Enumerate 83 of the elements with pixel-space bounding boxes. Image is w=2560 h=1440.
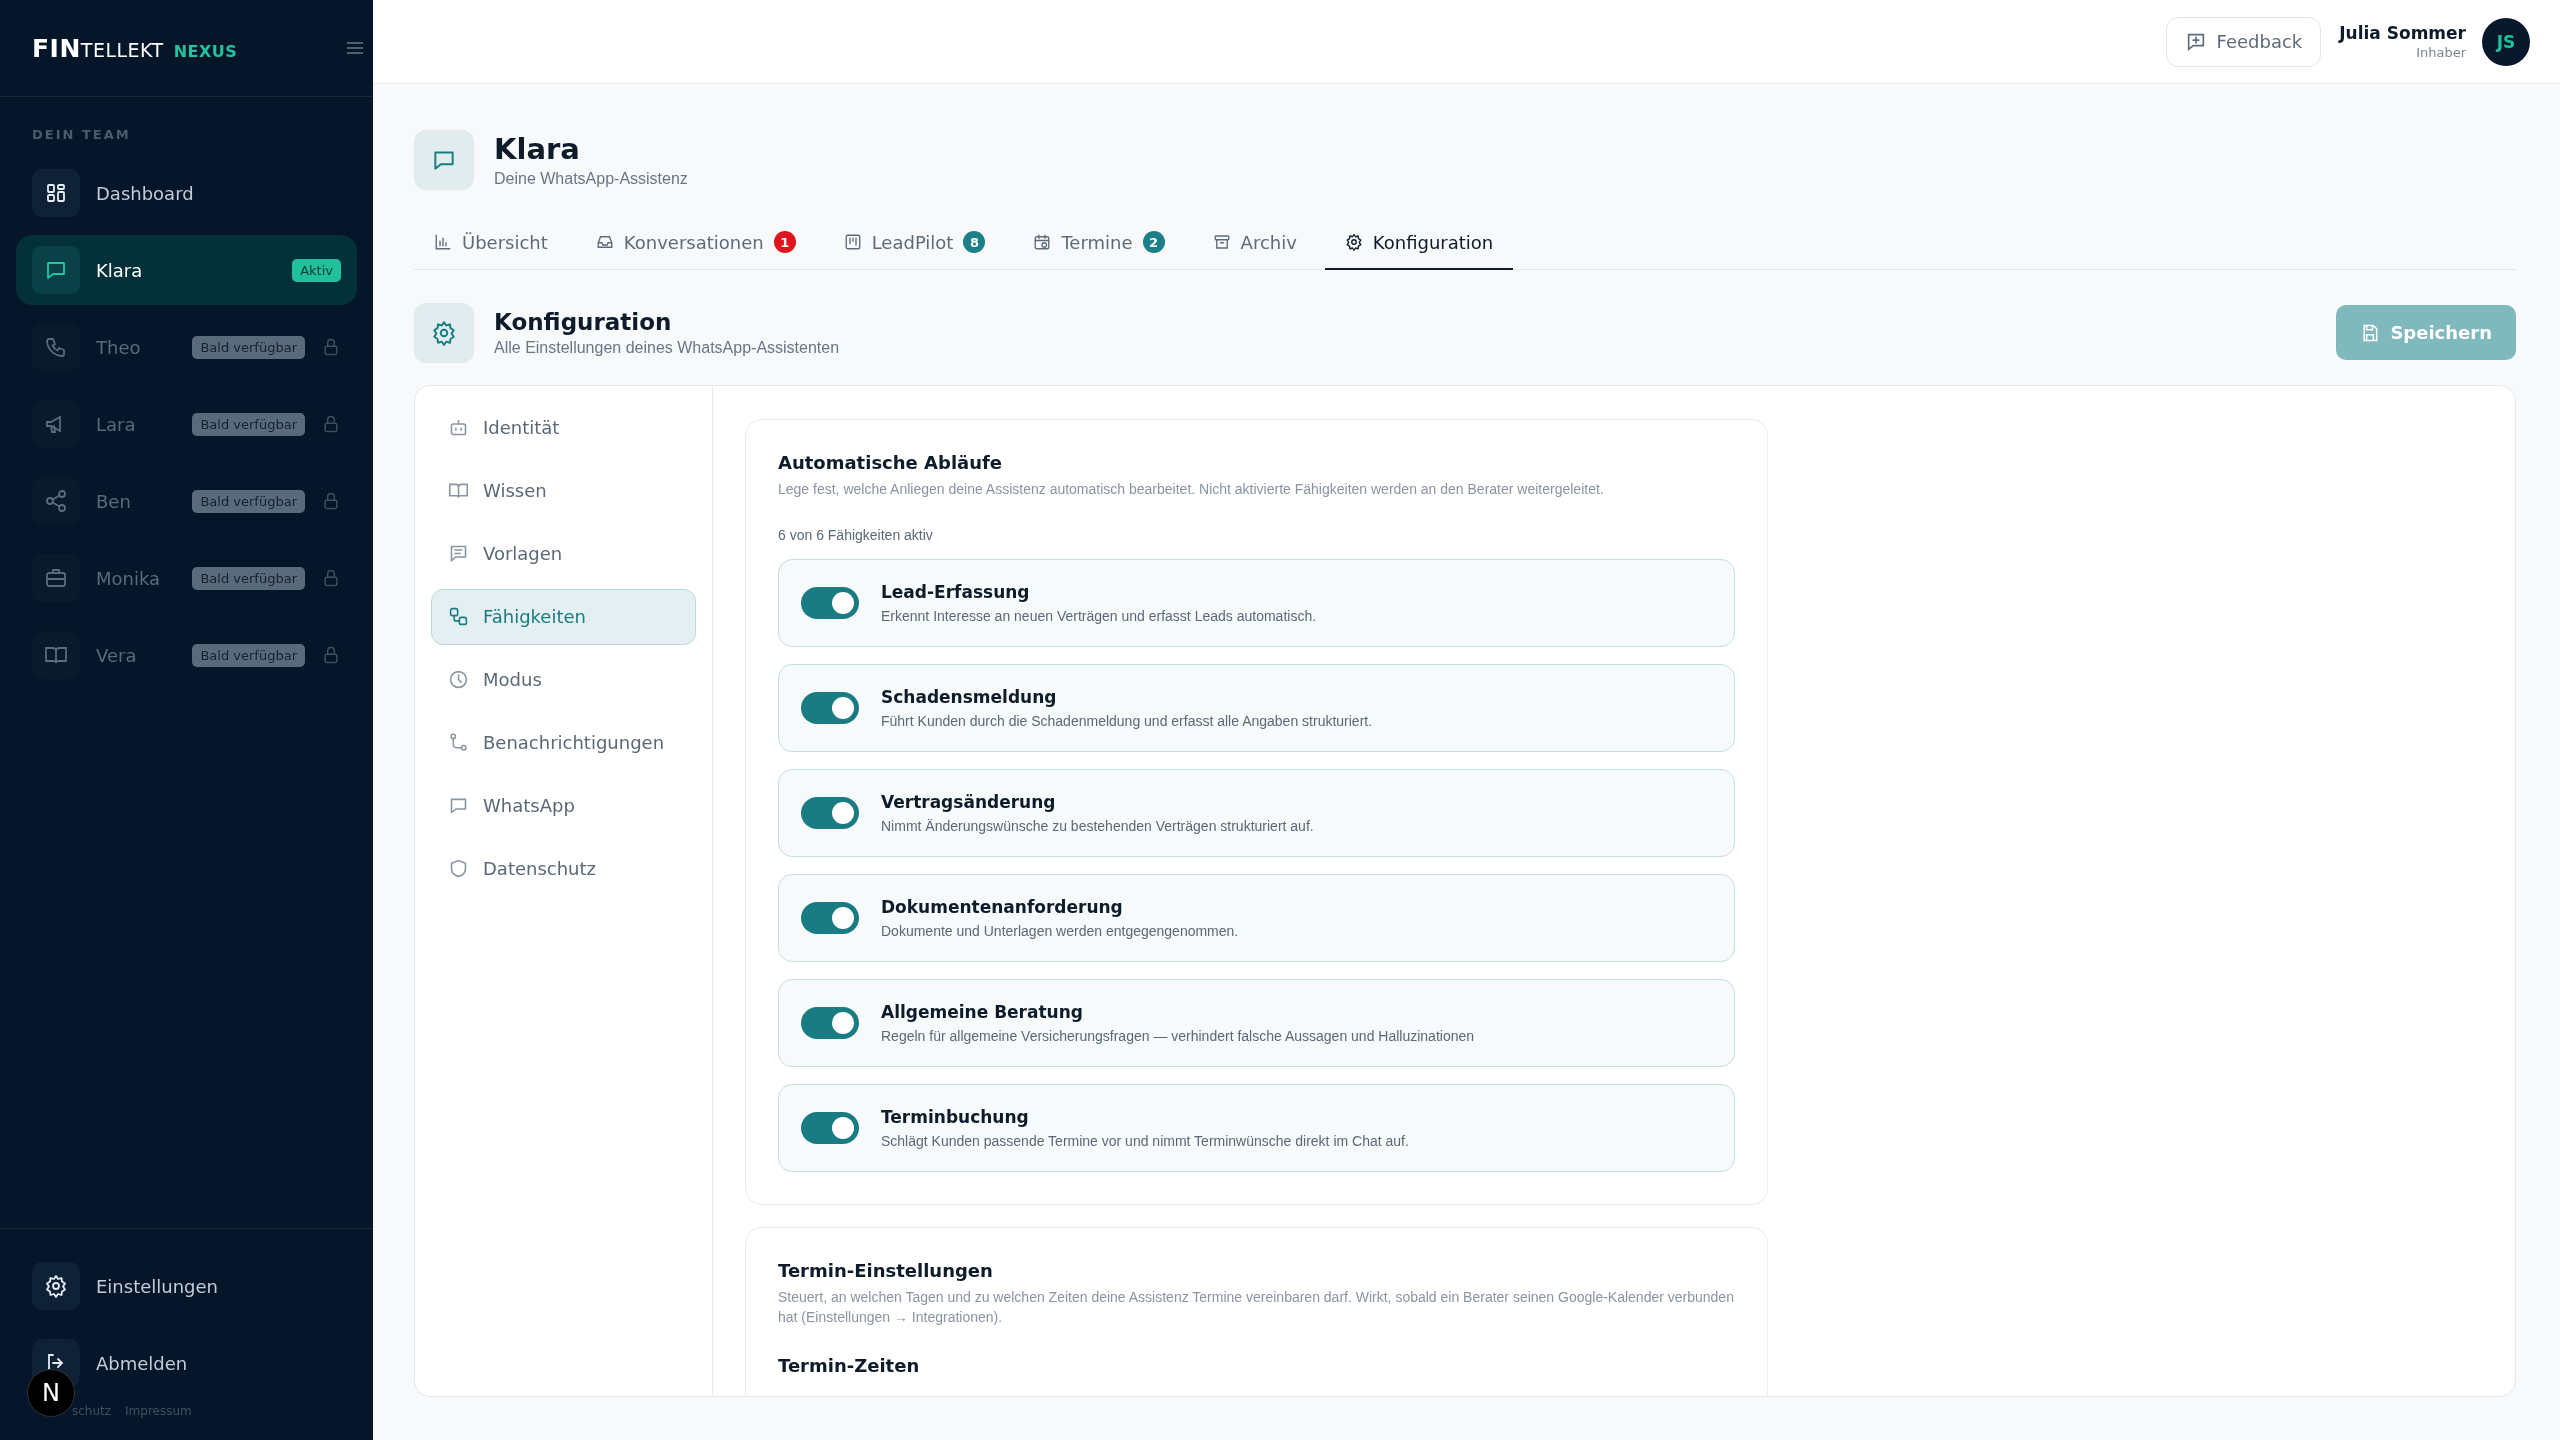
config-nav-item[interactable]: Benachrichtigungen (431, 714, 696, 771)
toggle-switch[interactable] (801, 1006, 859, 1039)
config-nav-item[interactable]: Modus (431, 651, 696, 708)
tab[interactable]: Termine 2 (1013, 216, 1185, 270)
agent-subtitle: Deine WhatsApp-Assistenz (494, 170, 688, 188)
sidebar-item[interactable]: Klara Aktiv (16, 235, 357, 305)
skill-description: Schlägt Kunden passende Termine vor und nimmt Terminwünsche direkt im Chat auf. (881, 1132, 1409, 1149)
feedback-button[interactable]: Feedback (2165, 16, 2322, 67)
skill-title: Vertragsänderung (881, 791, 1057, 812)
lock-icon (321, 645, 341, 665)
skill-title: Terminbuchung (881, 1106, 1030, 1127)
lock-icon (321, 491, 341, 511)
toggle-switch[interactable] (801, 901, 859, 934)
tab[interactable]: Archiv (1192, 216, 1317, 270)
toggle-switch[interactable] (801, 586, 859, 619)
skill-description: Dokumente und Unterlagen werden entgegengenommen. (881, 922, 1239, 939)
config-nav-item[interactable]: Fähigkeiten (431, 588, 696, 645)
status-badge: Bald verfügbar (192, 643, 305, 667)
config-nav-item[interactable]: Datenschutz (431, 840, 696, 897)
lock-icon (321, 414, 341, 434)
inbox-icon (595, 233, 614, 251)
skill-description: Regeln für allgemeine Versicherungsfragen — verhindert falsche Aussagen und Halluzinationen (881, 1027, 1475, 1044)
toggle-switch[interactable] (801, 1111, 859, 1144)
tab[interactable]: LeadPilot 8 (823, 216, 1006, 270)
section-label: DEIN TEAM (31, 126, 132, 144)
toggle-switch[interactable] (801, 796, 859, 829)
active-count: 6 von 6 Fähigkeiten aktiv (778, 526, 934, 543)
message-icon (448, 543, 469, 564)
card-description: Lege fest, welche Anliegen deine Assistenz automatisch bearbeitet. Nicht aktivierte Fähigkeiten werden an den Berater weitergeleitet. (778, 479, 1605, 499)
subsection-title: Termin-Zeiten (778, 1355, 921, 1377)
config-nav-item[interactable]: Wissen (431, 462, 696, 519)
toggle-switch[interactable] (801, 691, 859, 724)
shield-icon (448, 858, 469, 879)
card-title: Termin-Einstellungen (778, 1259, 994, 1281)
skill-title: Schadensmeldung (881, 686, 1058, 707)
skill-title: Allgemeine Beratung (881, 1001, 1084, 1022)
lock-icon (321, 568, 341, 588)
workflow-icon (448, 606, 469, 627)
user-role: Inhaber (2415, 45, 2466, 60)
sidebar-item[interactable]: Einstellungen (16, 1251, 357, 1321)
agent-title: Klara (494, 132, 581, 166)
robot-icon (448, 417, 469, 438)
settings-icon (44, 1274, 68, 1298)
app-logo: FINTELLEKT NEXUS (32, 33, 238, 63)
skill-description: Nimmt Änderungswünsche zu bestehenden Verträgen strukturiert auf. (881, 817, 1314, 834)
archive-icon (1212, 233, 1231, 251)
clock-icon (448, 669, 469, 690)
card-title: Automatische Abläufe (778, 451, 1004, 473)
tab[interactable]: Übersicht (414, 216, 568, 270)
status-badge: Bald verfügbar (192, 566, 305, 590)
settings-icon (1344, 233, 1363, 251)
user-name: Julia Sommer (2339, 23, 2466, 43)
kanban-icon (843, 233, 862, 251)
status-badge: Bald verfügbar (192, 412, 305, 436)
config-nav-item[interactable]: Identität (431, 399, 696, 456)
count-badge: 8 (963, 231, 986, 253)
lock-icon (321, 337, 341, 357)
section-subtitle: Alle Einstellungen deines WhatsApp-Assistenten (494, 338, 840, 357)
status-badge: Bald verfügbar (192, 489, 305, 513)
briefcase-icon (44, 566, 68, 590)
settings-icon (431, 319, 457, 346)
tab[interactable]: Konversationen 1 (575, 216, 816, 270)
grid-icon (44, 181, 68, 205)
route-icon (448, 732, 469, 753)
count-badge: 1 (773, 231, 796, 253)
config-nav-item[interactable]: Vorlagen (431, 525, 696, 582)
status-badge: Aktiv (292, 258, 341, 282)
skill-title: Dokumentenanforderung (881, 896, 1124, 917)
bar-chart-icon (434, 233, 452, 251)
skill-description: Erkennt Interesse an neuen Verträgen und erfasst Leads automatisch. (881, 607, 1317, 624)
count-badge: 2 (1142, 231, 1165, 253)
section-title: Konfiguration (494, 308, 673, 335)
sidebar-item[interactable]: Dashboard (16, 158, 357, 228)
share-icon (44, 489, 68, 513)
skill-title: Lead-Erfassung (881, 581, 1031, 602)
user-avatar[interactable]: JS (2482, 17, 2530, 66)
tab[interactable]: Konfiguration (1324, 216, 1514, 270)
card-description: Steuert, an welchen Tagen und zu welchen Zeiten deine Assistenz Termine vereinbaren darf. Wirkt, sobald ein Berater seinen Google-Kalender verbunden hat (Einstellungen → Integrationen). (778, 1287, 1735, 1328)
skill-description: Führt Kunden durch die Schadenmeldung und erfasst alle Angaben strukturiert. (881, 712, 1373, 729)
status-badge: Bald verfügbar (192, 335, 305, 359)
calendar-icon (1033, 233, 1052, 251)
config-nav-item[interactable]: WhatsApp (431, 777, 696, 834)
phone-icon (44, 335, 68, 359)
